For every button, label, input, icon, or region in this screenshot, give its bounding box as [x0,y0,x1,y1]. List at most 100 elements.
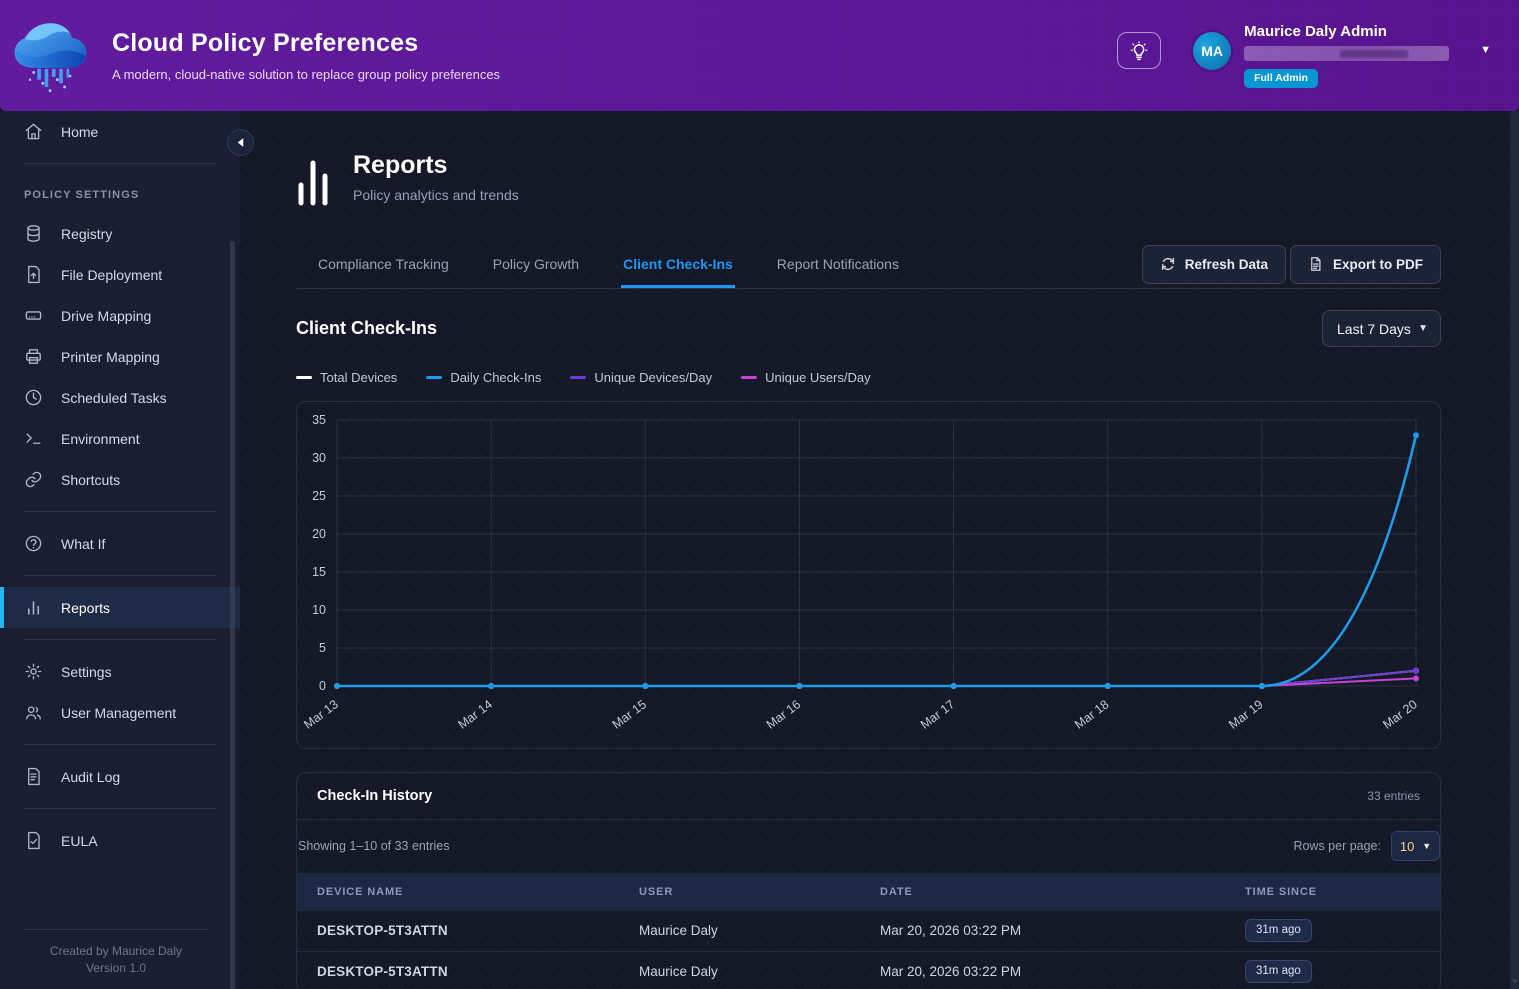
sidebar-item-file-deployment[interactable]: File Deployment [0,254,240,295]
svg-text:20: 20 [312,527,326,541]
sidebar-item-label: Settings [61,664,112,680]
data-point[interactable] [796,683,802,689]
role-badge: Full Admin [1244,69,1318,88]
sidebar-item-what-if[interactable]: What If [0,523,240,564]
rows-per-page-select[interactable]: 10 ▼ [1391,831,1440,861]
sidebar-item-user-management[interactable]: User Management [0,692,240,733]
data-point[interactable] [1413,668,1419,674]
data-point[interactable] [1105,683,1111,689]
sidebar-item-label: Shortcuts [61,472,120,488]
svg-text:10: 10 [312,603,326,617]
data-point[interactable] [1259,683,1265,689]
sidebar-item-label: Audit Log [61,769,120,785]
help-circle-icon [24,534,44,554]
data-point[interactable] [951,683,957,689]
range-value: Last 7 Days [1337,321,1411,337]
chevron-down-icon: ▼ [1422,841,1431,851]
page-title: Reports [353,151,519,180]
svg-text:Mar 18: Mar 18 [1072,697,1112,732]
legend-item-total-devices[interactable]: Total Devices [296,370,397,385]
data-point[interactable] [1413,675,1419,681]
app-subtitle: A modern, cloud-native solution to repla… [112,67,500,82]
history-table: DEVICE NAMEUSERDATETIME SINCE DESKTOP-5T… [297,873,1441,989]
cell-date: Mar 20, 2026 03:22 PM [880,951,1245,989]
sidebar-item-settings[interactable]: Settings [0,651,240,692]
footer-version: Version 1.0 [0,960,232,977]
cell-user: Maurice Daly [639,951,880,989]
refresh-label: Refresh Data [1185,257,1268,272]
sidebar-item-environment[interactable]: Environment [0,418,240,459]
app-title: Cloud Policy Preferences [112,29,500,58]
cell-device-name: DESKTOP-5T3ATTN [297,951,639,989]
sidebar-item-scheduled-tasks[interactable]: Scheduled Tasks [0,377,240,418]
data-point[interactable] [642,683,648,689]
sidebar-item-home[interactable]: Home [0,111,240,152]
legend-label: Unique Users/Day [765,370,871,385]
sidebar-scrollbar[interactable] [230,241,235,989]
time-since-badge: 31m ago [1245,960,1312,983]
sidebar-item-shortcuts[interactable]: Shortcuts [0,459,240,500]
legend-item-daily-check-ins[interactable]: Daily Check-Ins [426,370,541,385]
sidebar-item-label: File Deployment [61,267,162,283]
rows-per-page-label: Rows per page: [1293,839,1381,853]
avatar[interactable]: MA [1193,32,1231,70]
svg-text:Mar 16: Mar 16 [764,697,804,732]
svg-text:Mar 15: Mar 15 [610,697,650,732]
refresh-data-button[interactable]: Refresh Data [1142,245,1286,284]
bar-chart-icon [24,598,44,618]
window-scrollbar-track[interactable] [1510,111,1519,989]
data-point[interactable] [488,683,494,689]
svg-text:30: 30 [312,451,326,465]
sidebar-item-registry[interactable]: Registry [0,213,240,254]
theme-toggle-button[interactable] [1117,32,1161,69]
table-row[interactable]: DESKTOP-5T3ATTNMaurice DalyMar 20, 2026 … [297,951,1441,989]
user-menu[interactable]: Maurice Daly Admin Full Admin [1244,23,1472,88]
table-header-row: DEVICE NAMEUSERDATETIME SINCE [297,873,1441,911]
sidebar-item-drive-mapping[interactable]: Drive Mapping [0,295,240,336]
tab-report-notifications[interactable]: Report Notifications [775,240,901,288]
report-tabs: Compliance Tracking Policy Growth Client C… [296,240,1441,289]
svg-text:Mar 13: Mar 13 [301,697,341,732]
line-chart: 05101520253035Mar 13Mar 14Mar 15Mar 16Ma… [297,402,1440,748]
cell-device-name: DESKTOP-5T3ATTN [297,911,639,951]
sidebar-item-printer-mapping[interactable]: Printer Mapping [0,336,240,377]
sidebar-item-label: Drive Mapping [61,308,151,324]
sidebar: Home POLICY SETTINGS Registry File Deployme… [0,111,240,989]
series-line-unique-devices-day [337,671,1416,686]
tab-compliance-tracking[interactable]: Compliance Tracking [316,240,451,288]
svg-text:15: 15 [312,565,326,579]
sidebar-item-audit-log[interactable]: Audit Log [0,756,240,797]
data-point[interactable] [334,683,340,689]
chevron-down-icon: ▼ [1418,323,1428,334]
date-range-select[interactable]: Last 7 Days ▼ [1322,310,1441,347]
svg-text:Mar 20: Mar 20 [1380,697,1420,732]
sidebar-item-label: EULA [61,833,98,849]
chevron-down-icon[interactable]: ▼ [1480,44,1491,56]
showing-label: Showing 1–10 of 33 entries [298,839,450,853]
sidebar-collapse-button[interactable] [227,129,254,156]
svg-text:Mar 17: Mar 17 [918,697,958,732]
legend-item-unique-devices-day[interactable]: Unique Devices/Day [570,370,712,385]
sidebar-item-reports[interactable]: Reports [0,587,240,628]
terminal-icon [24,429,44,449]
sidebar-divider [24,639,216,640]
legend-dash [741,376,757,380]
user-email-redacted [1244,46,1449,61]
export-label: Export to PDF [1333,257,1423,272]
column-header-date: DATE [880,873,1245,911]
link-icon [24,470,44,490]
legend-item-unique-users-day[interactable]: Unique Users/Day [741,370,871,385]
sidebar-item-eula[interactable]: EULA [0,820,240,861]
app-header: Cloud Policy Preferences A modern, cloud… [0,0,1519,111]
sidebar-section-label: POLICY SETTINGS [0,175,240,213]
sidebar-item-label: Registry [61,226,112,242]
document-icon [1308,256,1324,272]
table-row[interactable]: DESKTOP-5T3ATTNMaurice DalyMar 20, 2026 … [297,911,1441,951]
rows-per-page-value: 10 [1400,839,1414,854]
export-pdf-button[interactable]: Export to PDF [1290,245,1441,284]
data-point[interactable] [1413,432,1419,438]
reports-bar-chart-icon [296,148,330,206]
printer-icon [24,347,44,367]
tab-policy-growth[interactable]: Policy Growth [491,240,581,288]
tab-client-check-ins[interactable]: Client Check-Ins [621,240,735,288]
